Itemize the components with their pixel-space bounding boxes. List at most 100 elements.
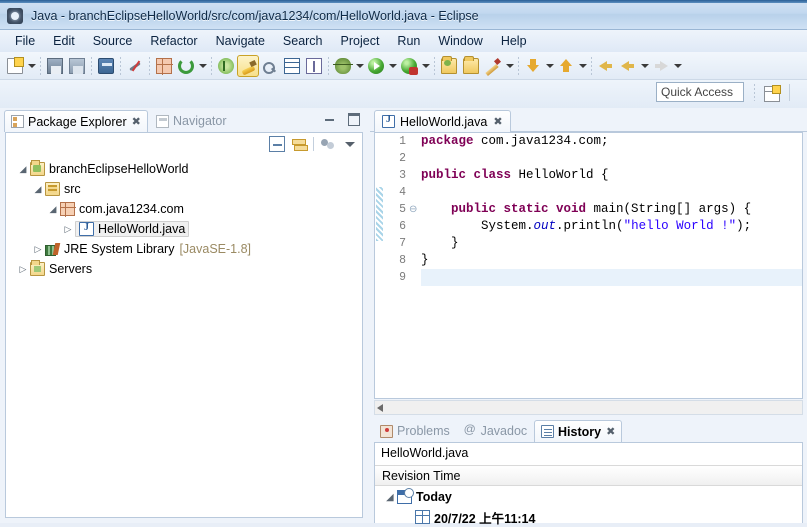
tab-package-explorer[interactable]: Package Explorer ✖ <box>4 110 148 132</box>
save-button[interactable] <box>44 55 66 77</box>
brush-button[interactable] <box>237 54 259 77</box>
chevron-right-icon[interactable]: ▷ <box>16 264 30 275</box>
toggle-markers-icon <box>306 57 322 74</box>
open-type-icon <box>441 55 457 74</box>
chevron-down-icon[interactable]: ◢ <box>31 184 45 195</box>
tab-navigator[interactable]: Navigator <box>150 110 233 132</box>
history-row[interactable]: 20/7/22 上午11:14 <box>375 507 802 527</box>
menu-item-refactor[interactable]: Refactor <box>141 32 206 50</box>
view-menu-icon[interactable] <box>342 136 358 152</box>
code-editor[interactable]: 1 2 3 4 5 6 7 8 9 package com.java1234.com; publ… <box>374 132 803 399</box>
tab-problems[interactable]: Problems <box>374 420 456 442</box>
chevron-down-icon[interactable]: ◢ <box>46 204 60 215</box>
close-icon[interactable]: ✖ <box>132 115 141 128</box>
history-view: HelloWorld.java Revision Time ◢ Today 20/7… <box>374 442 803 526</box>
java-file-icon <box>79 222 94 236</box>
save-all-button[interactable] <box>66 55 88 77</box>
chevron-down-icon[interactable] <box>504 55 515 77</box>
toolbar <box>0 52 807 80</box>
tab-javadoc[interactable]: Javadoc <box>458 420 534 442</box>
skip-breakpoints-button[interactable] <box>124 55 146 77</box>
fold-collapse-icon[interactable] <box>409 201 420 218</box>
collapse-all-icon[interactable] <box>269 136 285 152</box>
tree-item-content: HelloWorld.java <box>75 221 190 237</box>
editor-area: HelloWorld.java ✖ 1 2 3 4 5 6 7 8 9 package com.… <box>370 108 807 526</box>
backward-history-button[interactable] <box>617 55 639 77</box>
debug-button[interactable] <box>332 55 354 77</box>
menu-item-file[interactable]: File <box>6 32 44 50</box>
menu-item-run[interactable]: Run <box>388 32 429 50</box>
menu-item-search[interactable]: Search <box>274 32 332 50</box>
package-explorer-tabstrip: Package Explorer ✖ Navigator <box>0 108 366 132</box>
tree-item-jre-system-library[interactable]: ▷ JRE System Library [JavaSE-1.8] <box>6 239 362 259</box>
view-filter-icon[interactable] <box>320 136 336 152</box>
next-annotation-button[interactable] <box>555 55 577 77</box>
console-button[interactable] <box>95 55 117 77</box>
editor-tab-helloworld[interactable]: HelloWorld.java ✖ <box>374 110 511 132</box>
chevron-down-icon[interactable] <box>577 55 588 77</box>
chevron-down-icon[interactable] <box>26 55 37 77</box>
editor-horizontal-scrollbar[interactable] <box>374 400 803 415</box>
tree-item-servers[interactable]: ▷ Servers <box>6 259 362 279</box>
chevron-down-icon[interactable] <box>639 55 650 77</box>
open-resource-button[interactable] <box>460 55 482 77</box>
chevron-down-icon[interactable] <box>672 55 683 77</box>
chevron-down-icon[interactable] <box>197 55 208 77</box>
open-type-button[interactable] <box>438 55 460 77</box>
forward-history-button[interactable] <box>650 55 672 77</box>
run-button[interactable] <box>365 55 387 77</box>
tab-history[interactable]: History ✖ <box>534 420 623 442</box>
history-column-header[interactable]: Revision Time <box>375 465 802 486</box>
brush-icon <box>241 59 257 75</box>
code-token: public class <box>421 168 512 182</box>
chevron-down-icon[interactable] <box>544 55 555 77</box>
maximize-button[interactable] <box>346 111 360 126</box>
quick-access-input[interactable]: Quick Access <box>656 82 744 102</box>
external-tools-button[interactable] <box>482 55 504 77</box>
chevron-down-icon[interactable]: ◢ <box>16 164 30 175</box>
menu-item-edit[interactable]: Edit <box>44 32 84 50</box>
menu-item-help[interactable]: Help <box>492 32 536 50</box>
close-icon[interactable]: ✖ <box>606 425 615 438</box>
tree-item-com-java1234-com[interactable]: ◢ com.java1234.com <box>6 199 362 219</box>
tree-item-brancheclipsehelloworld[interactable]: ◢ branchEclipseHelloWorld <box>6 159 362 179</box>
menu-item-source[interactable]: Source <box>84 32 142 50</box>
new-java-class-button[interactable] <box>153 55 175 77</box>
link-with-editor-icon[interactable] <box>291 136 308 152</box>
chevron-down-icon[interactable] <box>420 55 431 77</box>
menu-item-project[interactable]: Project <box>332 32 389 50</box>
open-resource-icon <box>463 55 479 74</box>
menu-item-navigate[interactable]: Navigate <box>207 32 274 50</box>
search-next-button[interactable] <box>259 55 281 77</box>
new-wizard-button[interactable] <box>4 55 26 77</box>
run-icon <box>368 57 384 74</box>
open-task-button[interactable] <box>281 55 303 77</box>
open-perspective-button[interactable] <box>761 83 781 103</box>
history-row[interactable]: ◢ Today <box>375 487 802 507</box>
back-button[interactable] <box>595 55 617 77</box>
chevron-down-icon[interactable] <box>354 55 365 77</box>
refresh-button[interactable] <box>175 55 197 77</box>
view-toolbar-separator <box>313 137 314 151</box>
previous-annotation-button[interactable] <box>522 55 544 77</box>
tree-item-src[interactable]: ◢ src <box>6 179 362 199</box>
chevron-down-icon[interactable] <box>387 55 398 77</box>
coverage-icon <box>401 57 418 75</box>
debug-config-button[interactable] <box>215 55 237 77</box>
menu-item-window[interactable]: Window <box>429 32 491 50</box>
chevron-right-icon[interactable]: ▷ <box>31 244 45 255</box>
close-icon[interactable]: ✖ <box>493 115 502 128</box>
line-number: 2 <box>399 152 406 165</box>
chevron-right-icon[interactable]: ▷ <box>61 224 75 235</box>
line-number-gutter: 1 2 3 4 5 6 7 8 9 <box>383 133 409 398</box>
minimize-button[interactable] <box>323 111 337 125</box>
window-title: Java - branchEclipseHelloWorld/src/com/j… <box>31 9 479 23</box>
package-explorer-icon <box>11 115 24 128</box>
scroll-left-icon[interactable] <box>377 404 383 412</box>
coverage-button[interactable] <box>398 55 420 77</box>
tree-item-helloworld-java[interactable]: ▷ HelloWorld.java <box>6 219 362 239</box>
save-all-icon <box>69 57 85 74</box>
backward-history-icon <box>620 58 636 74</box>
chevron-down-icon[interactable]: ◢ <box>383 492 397 503</box>
toggle-markers-button[interactable] <box>303 55 325 77</box>
